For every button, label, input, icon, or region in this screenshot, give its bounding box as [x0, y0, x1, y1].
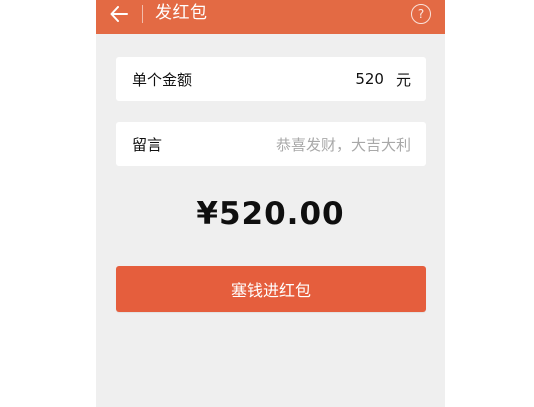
total-amount: ¥520.00	[196, 196, 345, 232]
message-label: 留言	[132, 135, 163, 154]
message-input[interactable]: 恭喜发财，大吉大利	[276, 134, 411, 155]
message-card: 留言 恭喜发财，大吉大利	[116, 122, 426, 166]
amount-card: 单个金额 520 元	[116, 57, 426, 101]
header-divider	[142, 5, 143, 23]
arrow-left-icon	[110, 6, 128, 22]
page-title: 发红包	[155, 3, 208, 23]
phone-screen: 发红包 ? 单个金额 520 元 留言 恭喜发财，大吉大利 ¥520.00 塞钱…	[96, 0, 445, 407]
question-icon: ?	[417, 7, 425, 21]
amount-input[interactable]: 520	[355, 70, 384, 88]
amount-label: 单个金额	[132, 70, 193, 89]
submit-red-packet-button[interactable]: 塞钱进红包	[116, 266, 426, 312]
amount-unit: 元	[395, 70, 411, 89]
help-button[interactable]: ?	[411, 4, 431, 24]
amount-field-group: 520 元	[355, 69, 411, 90]
back-button[interactable]	[106, 3, 132, 25]
app-header: 发红包 ?	[96, 0, 445, 34]
